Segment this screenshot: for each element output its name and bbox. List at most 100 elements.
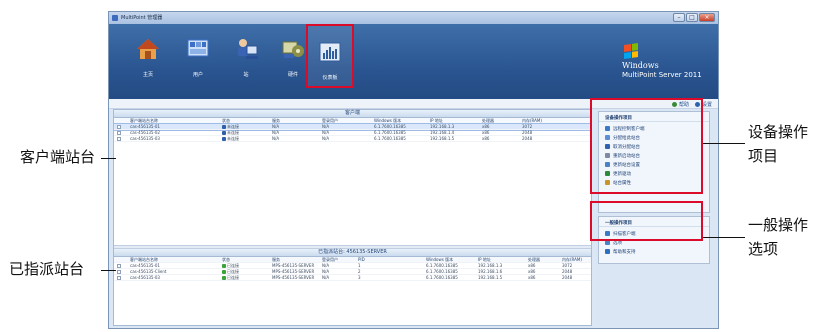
task-label: 更新站台设置 [613,162,640,168]
table-cell: 未连接 [222,136,270,142]
table-cell: 192.168.1.5 [478,275,503,280]
brand-line-2: MultiPoint Server 2011 [622,71,702,79]
status-icon [222,124,226,129]
table-cell: 2048 [562,275,573,280]
row-checkbox[interactable] [117,125,121,129]
device-tasks-item[interactable]: 取消分配站台 [599,142,709,151]
unassign-icon [605,144,610,149]
close-button[interactable]: × [699,13,715,22]
maximize-button[interactable]: □ [686,13,698,22]
main-content: 客户端 客户端站台名称 状态 服务 登录用户 Windows 版本 IP 地址 处理器 内存(… [113,109,592,326]
table-row[interactable]: cas-456135-03 已连接 MPS-456135-SERVER N/A 3 6.1… [114,275,591,281]
status-icon [222,130,226,135]
settings-link[interactable]: 设置 [694,101,712,108]
update-settings-icon [605,162,610,167]
table-cell: N/A [322,275,330,280]
dashboard-icon [319,42,341,62]
clients-callout-line [101,158,116,159]
device-tasks-item[interactable]: 更新驱动 [599,169,709,178]
device-tasks-item[interactable]: 站台属性 [599,178,709,187]
assigned-panel-title: 已指派站台: 456135-SERVER [114,249,591,257]
ribbon: 主页 用户 站 硬件 仪表板 Windows MultiPoint Server… [109,24,718,99]
status-text: 未连接 [227,124,239,129]
table-cell: 192.168.1.5 [430,136,455,141]
windows-multipoint-logo: Windows MultiPoint Server 2011 [618,43,710,90]
home-tab[interactable]: 主页 [128,34,168,86]
windows-flag-icon [624,43,638,59]
settings-icon [694,102,700,107]
table-cell: 6.1.7600.16385 [374,136,406,141]
task-label: 取消分配站台 [613,144,640,150]
device-tasks-item[interactable]: 重新启动站台 [599,151,709,160]
table-row[interactable]: cas-456135-03 未连接 N/A N/A 6.1.7600.16385 192.… [114,136,591,142]
users-tab[interactable]: 用户 [178,34,218,86]
general-tasks-item[interactable]: 选项 [599,238,709,247]
row-checkbox[interactable] [117,276,121,280]
app-icon [112,15,118,21]
row-checkbox[interactable] [117,264,121,268]
multipoint-manager-window: MultiPoint 管理器 – □ × 主页 用户 站 硬件 仪表板 Wind… [108,11,719,329]
client-stations-panel: 客户端 客户端站台名称 状态 服务 登录用户 Windows 版本 IP 地址 处理器 内存(… [113,110,592,142]
stations-tab[interactable]: 站 [226,34,266,86]
row-checkbox[interactable] [117,137,121,141]
task-label: 扫描客户端 [613,231,636,237]
row-checkbox[interactable] [117,131,121,135]
device-tasks-title: 设备操作项目 [599,112,709,122]
home-label: 主页 [142,72,153,78]
remote-control-icon [605,126,610,131]
status-icon [222,136,226,141]
task-label: 选项 [613,240,622,246]
status-icon [222,269,226,274]
dashboard-tab[interactable]: 仪表板 [306,24,354,88]
client-stations-table: 客户端站台名称 状态 服务 登录用户 Windows 版本 IP 地址 处理器 内存(RAM)… [113,118,592,142]
dashboard-label: 仪表板 [322,75,338,81]
task-label: 更新驱动 [613,171,631,177]
table-cell: x86 [482,136,490,141]
general-tasks-annotation-line1: 一般操作 [748,216,809,234]
assigned-stations-annotation: 已指派站台 [9,260,85,278]
home-icon [137,39,159,59]
update-driver-icon [605,171,610,176]
restart-icon [605,153,610,158]
general-tasks-item[interactable]: 帮助和支持 [599,247,709,256]
device-tasks-item[interactable]: 远程控制客户端 [599,124,709,133]
help-icon [605,249,610,254]
scan-icon [605,231,610,236]
row-checkbox[interactable] [117,270,121,274]
status-text: 已连接 [227,269,239,274]
title-bar: MultiPoint 管理器 – □ × [109,12,718,24]
status-text: 未连接 [227,130,239,135]
assigned-callout-line [101,270,116,271]
status-text: 未连接 [227,136,239,141]
device-tasks-item[interactable]: 分配给此站台 [599,133,709,142]
task-label: 分配给此站台 [613,135,640,141]
general-tasks-annotation-line2: 选项 [748,240,779,258]
client-panel-title: 客户端 [114,110,591,118]
minimize-button[interactable]: – [673,13,685,22]
general-callout-line [703,237,745,238]
device-tasks-annotation-line1: 设备操作 [748,123,809,141]
device-tasks-annotation-line2: 项目 [748,147,779,165]
table-cell: N/A [272,136,280,141]
table-cell: 6.1.7600.16385 [426,275,458,280]
device-callout-line [703,143,745,144]
status-text: 已连接 [227,275,239,280]
table-cell: cas-456135-03 [130,275,160,280]
status-text: 已连接 [227,263,239,268]
assign-icon [605,135,610,140]
device-tasks-item[interactable]: 更新站台设置 [599,160,709,169]
task-label: 站台属性 [613,180,631,186]
stations-label: 站 [243,72,249,78]
status-icon [222,275,226,280]
device-tasks-group: 设备操作项目 远程控制客户端分配给此站台 取消分配站台 重新启动站台更新站台设置 更新… [598,111,710,213]
window-title: MultiPoint 管理器 [121,15,163,21]
table-cell: MPS-456135-SERVER [272,275,315,280]
status-icon [222,263,226,268]
hardware-icon [282,41,304,58]
help-link[interactable]: 帮助 [671,101,689,108]
person-computer-icon [238,39,258,59]
general-tasks-item[interactable]: 扫描客户端 [599,229,709,238]
table-cell: 2048 [522,136,533,141]
general-tasks-title: 一般操作项目 [599,217,709,227]
task-label: 帮助和支持 [613,249,636,255]
